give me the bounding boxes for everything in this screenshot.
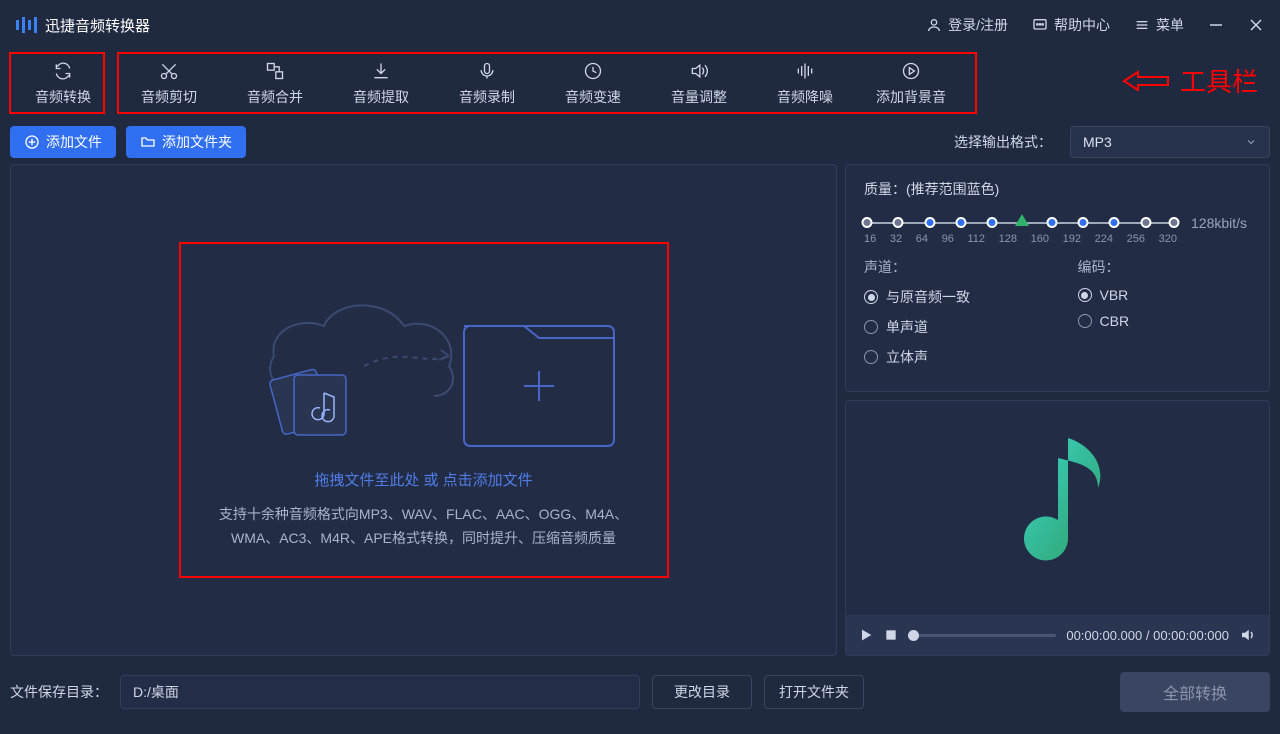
logo-icon	[16, 17, 37, 33]
radio-channel-same[interactable]: 与原音频一致	[864, 287, 1038, 307]
add-folder-button[interactable]: 添加文件夹	[126, 126, 246, 158]
save-dir-label: 文件保存目录：	[10, 682, 108, 702]
app-title: 迅捷音频转换器	[45, 15, 150, 36]
tool-audio-record[interactable]: 音频录制	[434, 54, 540, 114]
speaker-icon[interactable]	[1239, 626, 1257, 644]
save-path-input[interactable]: D:/桌面	[120, 675, 640, 709]
tool-add-bgm[interactable]: 添加背景音	[858, 54, 964, 114]
annotation-box: 拖拽文件至此处 或 点击添加文件 支持十余种音频格式向MP3、WAV、FLAC、…	[179, 242, 669, 578]
toolbar: 音频转换 音频剪切 音频合并 音频提取 音频录制 音频变速 音量调整 音频降噪 …	[0, 50, 1280, 120]
convert-all-button[interactable]: 全部转换	[1120, 672, 1270, 712]
dropzone-hint: 拖拽文件至此处 或 点击添加文件	[314, 469, 532, 490]
change-dir-button[interactable]: 更改目录	[652, 675, 752, 709]
quality-panel: 质量：(推荐范围蓝色) 16 32	[845, 164, 1270, 392]
radio-channel-mono[interactable]: 单声道	[864, 317, 1038, 337]
tool-audio-merge[interactable]: 音频合并	[222, 54, 328, 114]
speed-icon	[583, 61, 603, 81]
encoding-title: 编码：	[1078, 257, 1252, 277]
tool-audio-speed[interactable]: 音频变速	[540, 54, 646, 114]
player-bar: 00:00:00.000 / 00:00:00:000	[846, 615, 1269, 655]
denoise-icon	[795, 61, 815, 81]
tool-volume-adjust[interactable]: 音量调整	[646, 54, 752, 114]
stop-icon[interactable]	[884, 628, 898, 642]
progress-bar[interactable]	[908, 634, 1056, 637]
tool-audio-denoise[interactable]: 音频降噪	[752, 54, 858, 114]
tool-audio-extract[interactable]: 音频提取	[328, 54, 434, 114]
channel-title: 声道：	[864, 257, 1038, 277]
help-icon	[1032, 17, 1048, 33]
dropzone-desc: 支持十余种音频格式向MP3、WAV、FLAC、AAC、OGG、M4A、 WMA、…	[219, 502, 628, 550]
help-link[interactable]: 帮助中心	[1032, 15, 1110, 35]
extract-icon	[371, 61, 391, 81]
radio-encoding-cbr[interactable]: CBR	[1078, 313, 1252, 329]
titlebar: 迅捷音频转换器 登录/注册 帮助中心 菜单	[0, 0, 1280, 50]
tool-audio-cut[interactable]: 音频剪切	[116, 54, 222, 114]
cut-icon	[159, 61, 179, 81]
close-icon	[1248, 17, 1264, 33]
add-bar: 添加文件 添加文件夹 选择输出格式： MP3	[0, 120, 1280, 164]
login-link[interactable]: 登录/注册	[926, 15, 1008, 35]
app-logo: 迅捷音频转换器	[16, 15, 150, 36]
quality-value: 128kbit/s	[1191, 215, 1251, 231]
add-file-button[interactable]: 添加文件	[10, 126, 116, 158]
minimize-icon	[1208, 17, 1224, 33]
footer: 文件保存目录： D:/桌面 更改目录 打开文件夹 全部转换	[0, 666, 1280, 718]
preview-panel: 00:00:00.000 / 00:00:00:000	[845, 400, 1270, 656]
radio-channel-stereo[interactable]: 立体声	[864, 347, 1038, 367]
bgm-icon	[901, 61, 921, 81]
arrow-left-icon	[1122, 69, 1170, 93]
menu-icon	[1134, 17, 1150, 33]
convert-icon	[53, 61, 73, 81]
format-label: 选择输出格式：	[954, 132, 1052, 152]
play-icon[interactable]	[858, 627, 874, 643]
volume-icon	[689, 61, 709, 81]
annotation-label: 工具栏	[1122, 62, 1258, 99]
time-display: 00:00:00.000 / 00:00:00:000	[1066, 628, 1229, 643]
merge-icon	[265, 61, 285, 81]
open-folder-button[interactable]: 打开文件夹	[764, 675, 864, 709]
radio-encoding-vbr[interactable]: VBR	[1078, 287, 1252, 303]
close-button[interactable]	[1248, 17, 1264, 33]
minimize-button[interactable]	[1208, 17, 1224, 33]
quality-title: 质量：(推荐范围蓝色)	[864, 179, 1251, 199]
tool-audio-convert[interactable]: 音频转换	[10, 54, 116, 114]
format-select[interactable]: MP3	[1070, 126, 1270, 158]
folder-icon	[140, 134, 156, 150]
chevron-down-icon	[1245, 136, 1257, 148]
dropzone-illustration	[224, 271, 624, 461]
menu-link[interactable]: 菜单	[1134, 15, 1184, 35]
quality-slider[interactable]: 16 32 64 96 112 128 160 192 224 256 320	[864, 211, 1177, 235]
user-icon	[926, 17, 942, 33]
music-note-icon	[998, 428, 1118, 588]
record-icon	[477, 61, 497, 81]
plus-circle-icon	[24, 134, 40, 150]
drop-zone[interactable]: 拖拽文件至此处 或 点击添加文件 支持十余种音频格式向MP3、WAV、FLAC、…	[10, 164, 837, 656]
